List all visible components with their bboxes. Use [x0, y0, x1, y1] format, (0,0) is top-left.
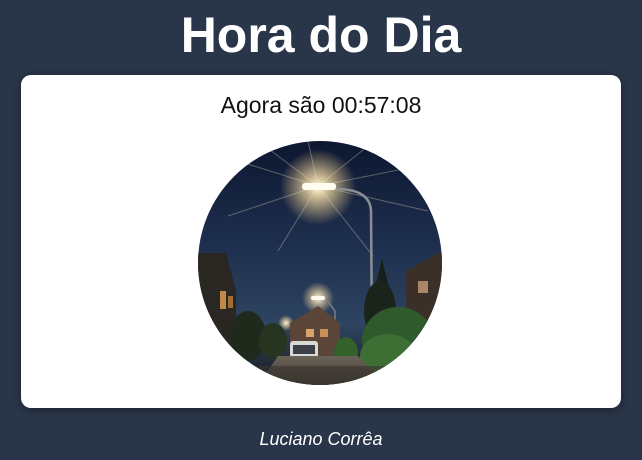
time-value: 00:57:08 — [331, 92, 422, 118]
author-credit: Luciano Corrêa — [259, 429, 383, 449]
page-title: Hora do Dia — [180, 7, 462, 63]
time-card: Agora são 00:57:08 — [21, 75, 621, 408]
current-time-text: Agora são 00:57:08 — [21, 90, 621, 120]
time-prefix: Agora são — [220, 92, 326, 118]
night-street-image — [198, 141, 442, 385]
